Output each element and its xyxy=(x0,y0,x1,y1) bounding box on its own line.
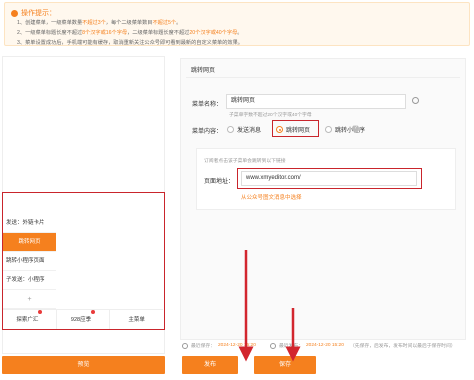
clock-icon xyxy=(182,342,188,349)
info-icon xyxy=(11,9,18,17)
radio-icon xyxy=(325,126,332,133)
menu-tab[interactable]: 主菜单 xyxy=(110,310,163,329)
add-submenu-button[interactable]: + xyxy=(3,290,56,309)
tips-title: 操作提示： xyxy=(11,8,56,18)
last-saved-status: 最近保存： 2024-12-20 15:20 xyxy=(182,342,256,349)
red-dot-icon xyxy=(91,310,96,314)
menu-content-label: 菜单内容： xyxy=(192,129,223,135)
radio-send-message[interactable]: 发送消息 xyxy=(227,125,261,134)
menu-name-label: 菜单名称： xyxy=(192,102,223,108)
menu-tab[interactable]: 探索广汇 xyxy=(3,310,57,329)
tip-line-1: 1、创建菜单，一级菜单数量不超过3个，每个二级菜单数目不超过5个。 xyxy=(17,20,182,26)
menu-tab[interactable]: 928应季 xyxy=(57,310,111,329)
select-from-articles-link[interactable]: 从公众号图文消息中选择 xyxy=(241,193,302,201)
last-published-status: 最近发布： 2024-12-20 15:20 xyxy=(270,342,344,349)
menu-name-hint: 子菜单字数不超过20个汉字或40个字母 xyxy=(229,113,312,118)
tip-line-3: 3、菜单设置成功后，手机端可能有缓存，取消重新关注公众号即可看到最新的自定义菜单… xyxy=(17,40,243,46)
save-button[interactable]: 保存 xyxy=(254,356,316,374)
submenu-item[interactable]: 发送：外链卡片 xyxy=(3,214,56,233)
submenu-item-active[interactable]: 跳转网页 xyxy=(3,233,56,252)
main-menu-tabs: 探索广汇 928应季 主菜单 xyxy=(3,309,163,329)
submenu-list: 发送：外链卡片 跳转网页 跳转小程序页面 子发送：小程序 + xyxy=(3,214,56,309)
selected-option-highlight xyxy=(272,120,319,137)
menu-name-input[interactable]: 跳转网页 xyxy=(226,94,406,109)
divider xyxy=(186,77,460,78)
page-url-label: 页面地址： xyxy=(204,179,235,185)
edit-panel-title: 跳转网页 xyxy=(191,68,216,74)
clock-icon xyxy=(270,342,276,349)
preview-button[interactable]: 预览 xyxy=(2,356,165,374)
radio-jump-miniprogram[interactable]: 跳转小程序 xyxy=(325,125,365,134)
publish-button[interactable]: 发布 xyxy=(182,356,238,374)
submenu-item[interactable]: 跳转小程序页面 xyxy=(3,252,56,271)
save-publish-note: （先保存，后发布，发布时间以最后于保存时间） xyxy=(350,344,456,349)
radio-icon xyxy=(227,126,234,133)
tips-box: 操作提示： 1、创建菜单，一级菜单数量不超过3个，每个二级菜单数目不超过5个。 … xyxy=(4,2,470,46)
tip-line-2: 2、一级菜单标题长度不超过8个汉字或16个字母，二级菜单标题长度不超过20个汉字… xyxy=(17,30,243,36)
webpage-hint: 订阅者点击该子菜单会跳转到以下链接 xyxy=(204,159,286,164)
help-icon[interactable]: ? xyxy=(352,125,359,132)
emoji-icon[interactable] xyxy=(412,97,419,104)
url-highlight xyxy=(237,168,422,189)
submenu-item[interactable]: 子发送：小程序 xyxy=(3,271,56,290)
red-dot-icon xyxy=(38,310,43,314)
